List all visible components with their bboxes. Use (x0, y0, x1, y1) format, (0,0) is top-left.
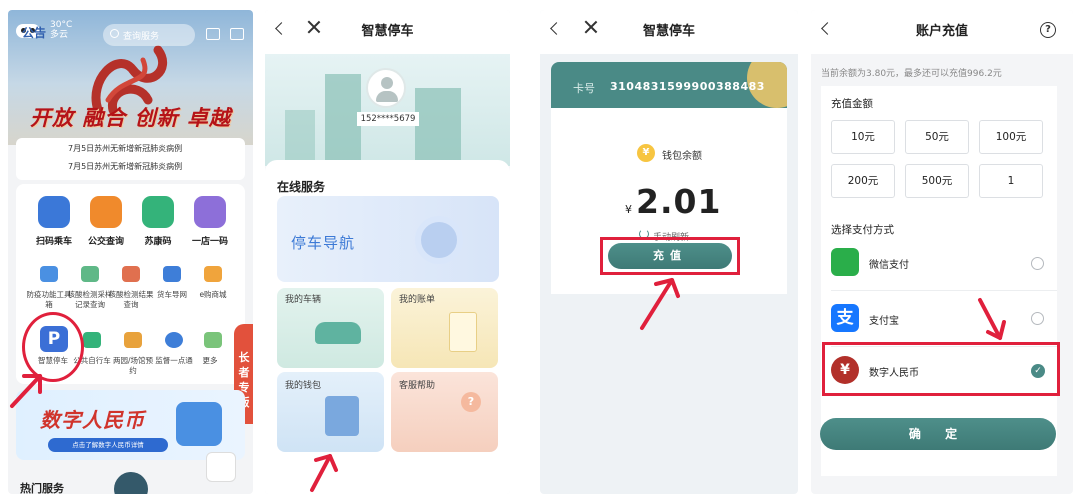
page-title: 智慧停车 (642, 24, 695, 39)
search-placeholder: 查询服务 (123, 32, 160, 42)
card-number: 3104831599900388483 (610, 80, 765, 93)
question-icon: ? (461, 392, 481, 412)
slogan-word: 开放 (30, 106, 74, 130)
qr-code-icon[interactable] (206, 452, 236, 482)
venue-icon[interactable] (124, 332, 142, 348)
tile-title: 停车导航 (291, 234, 356, 252)
hot-services-heading: 热门服务 (20, 482, 64, 494)
card-number-label: 卡号 (573, 82, 595, 95)
tile-label: 客服帮助 (399, 381, 436, 391)
service-label[interactable]: 苏康码 (130, 234, 186, 247)
highlight-circle (22, 312, 84, 382)
notice-line[interactable]: 7月5日苏州无新增新冠肺炎病例 (68, 161, 182, 172)
car-icon (315, 322, 361, 344)
wechat-pay-icon (831, 248, 859, 276)
notice-tag: 公告 (22, 26, 47, 40)
weather-temp: 30°C (50, 20, 73, 30)
slogan-word: 创新 (134, 106, 179, 130)
payment-method-label[interactable]: 微信支付 (869, 256, 909, 271)
confirm-button[interactable]: 确 定 (820, 418, 1056, 450)
city-slogan: 开放 融合 创新 卓越 (30, 102, 240, 132)
weather-note: 多云 (50, 30, 69, 40)
page-title: 智慧停车 (361, 24, 414, 39)
banner-title: 数字人民币 (40, 408, 145, 432)
wallet-balance-label: 钱包余额 (662, 151, 702, 162)
tile-label: 我的钱包 (285, 381, 322, 391)
test-record-icon[interactable] (81, 266, 99, 282)
search-icon (110, 29, 119, 38)
bicycle-icon[interactable] (83, 332, 101, 348)
alipay-icon: 支 (831, 304, 859, 332)
highlight-box (822, 342, 1060, 396)
user-phone: 152****5679 (357, 112, 419, 126)
divider (831, 290, 1057, 291)
building-illustration (285, 110, 315, 164)
service-label[interactable]: 货车导网 (149, 290, 195, 300)
service-label[interactable]: 更多 (190, 356, 230, 366)
store-code-icon[interactable] (194, 196, 226, 228)
amount-option[interactable]: 100元 (979, 120, 1043, 154)
page-title: 账户充值 (915, 24, 968, 39)
weather-widget: 30°C 多云 (50, 20, 72, 40)
city-app-home-screen: 开放 融合 创新 卓越 30°C 多云 查询服务 公告 7月5日苏州无新增新冠肺… (8, 10, 253, 494)
service-label[interactable]: 一店一码 (182, 234, 238, 247)
shop-icon[interactable] (204, 266, 222, 282)
building-illustration (325, 74, 361, 164)
highlight-box (600, 237, 740, 275)
section-title: 选择支付方式 (831, 224, 894, 236)
payment-method-label[interactable]: 支付宝 (869, 312, 899, 327)
amount-option[interactable]: 200元 (831, 164, 895, 198)
currency-symbol: ¥ (625, 203, 632, 216)
bus-icon[interactable] (90, 196, 122, 228)
wallet-icon (325, 396, 359, 436)
tile-label: 我的账单 (399, 295, 436, 305)
more-icon[interactable] (204, 332, 222, 348)
service-label[interactable]: 两园/场馆预约 (110, 356, 156, 376)
home-fab-icon[interactable] (114, 472, 148, 494)
tile-label: 我的车辆 (285, 295, 322, 305)
amount-option[interactable]: 500元 (905, 164, 969, 198)
slogan-word: 融合 (82, 106, 127, 130)
service-label[interactable]: 扫码乘车 (26, 234, 82, 247)
menu-icon[interactable] (230, 28, 244, 40)
bus-code-icon[interactable] (38, 196, 70, 228)
toolbox-icon[interactable] (40, 266, 58, 282)
section-title: 在线服务 (277, 180, 326, 194)
smart-parking-screen: 智慧停车 152****5679 在线服务 停车导航 我的车辆 我的账单 我的钱… (265, 10, 510, 494)
amount-option[interactable]: 10元 (831, 120, 895, 154)
service-label[interactable]: 公交查询 (78, 234, 134, 247)
amount-option[interactable]: 50元 (905, 120, 969, 154)
service-label[interactable]: 防疫功能工具箱 (26, 290, 72, 310)
payment-radio[interactable] (1031, 257, 1044, 270)
slogan-word: 卓越 (186, 106, 231, 130)
help-icon[interactable]: ? (1040, 22, 1056, 38)
health-code-icon[interactable] (142, 196, 174, 228)
building-illustration (415, 88, 461, 164)
bill-icon (449, 312, 477, 352)
service-label[interactable]: 核酸检测结果查询 (108, 290, 154, 310)
wallet-balance-value: 2.01 (636, 182, 722, 221)
scan-icon[interactable] (206, 28, 220, 40)
banner-subtitle[interactable]: 点击了解数字人民币详情 (48, 438, 168, 452)
truck-icon[interactable] (163, 266, 181, 282)
payment-radio[interactable] (1031, 312, 1044, 325)
balance-note: 当前余额为3.80元，最多还可以充值996.2元 (821, 69, 1002, 79)
phone-illustration (176, 402, 222, 446)
avatar[interactable] (366, 68, 406, 108)
supervise-icon[interactable] (165, 332, 183, 348)
search-input[interactable]: 查询服务 (103, 24, 195, 46)
service-label[interactable]: 核酸检测采样记录查询 (67, 290, 113, 310)
custom-amount-input[interactable]: 1 (979, 164, 1043, 198)
test-result-icon[interactable] (122, 266, 140, 282)
notice-line[interactable]: 7月5日苏州无新增新冠肺炎病例 (68, 143, 182, 154)
section-title: 充值金额 (831, 98, 873, 110)
compass-icon (415, 216, 463, 264)
service-label[interactable]: e购商城 (190, 290, 236, 300)
yen-coin-icon: ¥ (637, 144, 655, 162)
